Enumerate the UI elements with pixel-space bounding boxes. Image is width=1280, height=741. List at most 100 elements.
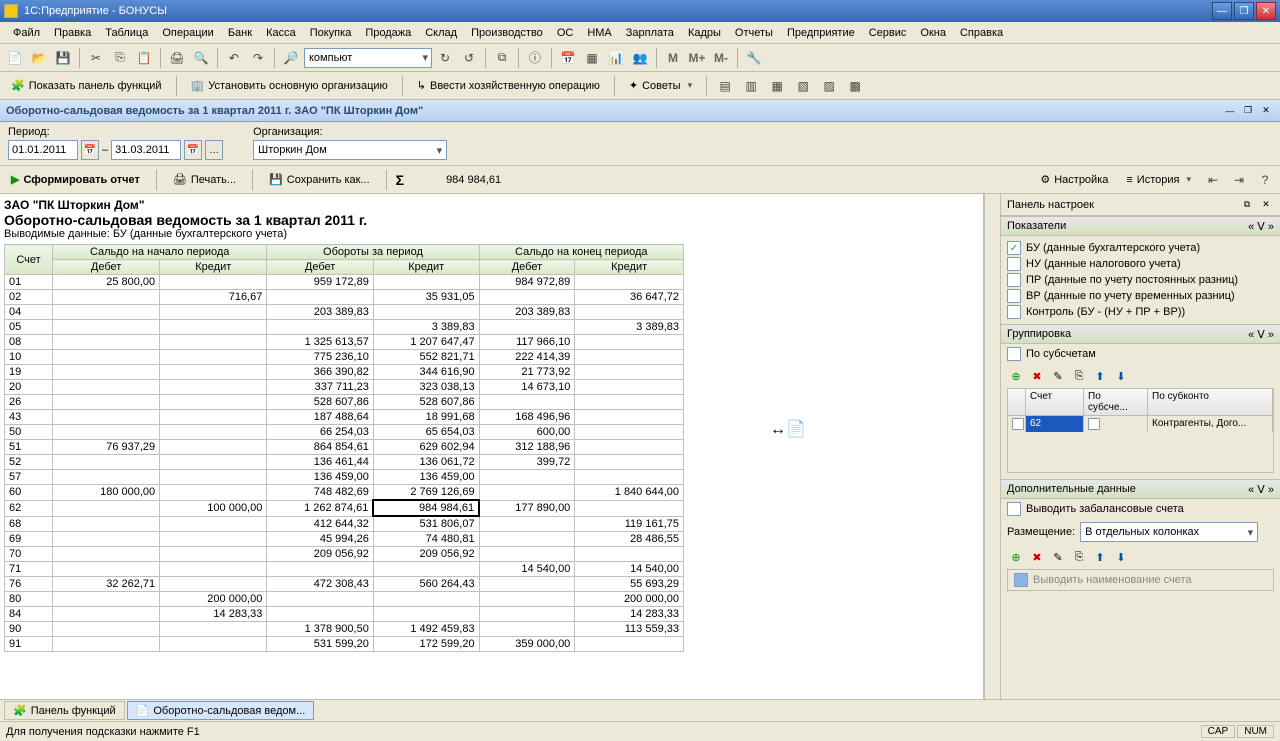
section-toggle-icon[interactable]: « ᐯ » bbox=[1248, 220, 1274, 233]
search-icon[interactable]: 🔎 bbox=[280, 47, 302, 69]
menu-enterprise[interactable]: Предприятие bbox=[780, 24, 862, 42]
table-row[interactable]: 02716,6735 931,0536 647,72 bbox=[5, 290, 684, 305]
preview-icon[interactable]: 🔍 bbox=[190, 47, 212, 69]
enter-operation-button[interactable]: ↳Ввести хозяйственную операцию bbox=[410, 76, 607, 95]
table-row[interactable]: 6945 994,2674 480,8128 486,55 bbox=[5, 532, 684, 547]
table-row[interactable]: 5176 937,29864 854,61629 602,94312 188,9… bbox=[5, 440, 684, 455]
placement-combo[interactable]: В отдельных колонках bbox=[1080, 522, 1258, 542]
indicator-checkbox[interactable] bbox=[1007, 305, 1021, 319]
down-icon[interactable]: ⬇ bbox=[1112, 548, 1130, 566]
table-row[interactable]: 19366 390,82344 616,9021 773,92 bbox=[5, 365, 684, 380]
date-to-picker-icon[interactable]: 📅 bbox=[184, 140, 202, 160]
settings-pin-icon[interactable]: ⧉ bbox=[1239, 198, 1255, 212]
close-button[interactable]: ✕ bbox=[1256, 2, 1276, 20]
table-row[interactable]: 68412 644,32531 806,07119 161,75 bbox=[5, 516, 684, 532]
date-from-picker-icon[interactable]: 📅 bbox=[81, 140, 99, 160]
indicator-checkbox[interactable] bbox=[1007, 289, 1021, 303]
section-toggle-icon[interactable]: « ᐯ » bbox=[1248, 328, 1274, 341]
delete-icon[interactable]: ✖ bbox=[1028, 548, 1046, 566]
settings-button[interactable]: ⚙Настройка bbox=[1033, 170, 1115, 189]
show-panel-button[interactable]: 🧩Показать панель функций bbox=[4, 76, 169, 95]
table-row[interactable]: 52136 461,44136 061,72399,72 bbox=[5, 455, 684, 470]
report3-icon[interactable]: ▦ bbox=[766, 75, 788, 97]
grouping-checkbox[interactable] bbox=[1012, 418, 1024, 430]
delete-icon[interactable]: ✖ bbox=[1028, 367, 1046, 385]
menu-salary[interactable]: Зарплата bbox=[619, 24, 681, 42]
section-toggle-icon[interactable]: « ᐯ » bbox=[1248, 483, 1274, 496]
add-icon[interactable]: ⊕ bbox=[1007, 367, 1025, 385]
undo-icon[interactable]: ↶ bbox=[223, 47, 245, 69]
indicator-checkbox[interactable]: ✓ bbox=[1007, 241, 1021, 255]
table-row[interactable]: 5066 254,0365 654,03600,00 bbox=[5, 425, 684, 440]
menu-production[interactable]: Производство bbox=[464, 24, 550, 42]
doc-close-button[interactable]: ✕ bbox=[1258, 104, 1274, 118]
table-row[interactable]: 20337 711,23323 038,1314 673,10 bbox=[5, 380, 684, 395]
menu-table[interactable]: Таблица bbox=[98, 24, 155, 42]
collapse-icon[interactable]: ⇤ bbox=[1202, 169, 1224, 191]
cut-icon[interactable]: ✂ bbox=[85, 47, 107, 69]
table-row[interactable]: 081 325 613,571 207 647,47117 966,10 bbox=[5, 335, 684, 350]
menu-purchase[interactable]: Покупка bbox=[303, 24, 359, 42]
table-row[interactable]: 62100 000,001 262 874,61984 984,61177 89… bbox=[5, 500, 684, 516]
report-area[interactable]: ЗАО "ПК Шторкин Дом" Оборотно-сальдовая … bbox=[0, 194, 984, 699]
table-row[interactable]: 10775 236,10552 821,71222 414,39 bbox=[5, 350, 684, 365]
menu-hr[interactable]: Кадры bbox=[681, 24, 728, 42]
menu-nma[interactable]: НМА bbox=[580, 24, 618, 42]
menu-edit[interactable]: Правка bbox=[47, 24, 98, 42]
task-report-button[interactable]: 📄Оборотно-сальдовая ведом... bbox=[127, 701, 315, 720]
table-icon[interactable]: ▦ bbox=[581, 47, 603, 69]
up-icon[interactable]: ⬆ bbox=[1091, 548, 1109, 566]
print-icon[interactable]: 🖨 bbox=[166, 47, 188, 69]
down-icon[interactable]: ⬇ bbox=[1112, 367, 1130, 385]
calendar-icon[interactable]: 📅 bbox=[557, 47, 579, 69]
table-row[interactable]: 053 389,833 389,83 bbox=[5, 320, 684, 335]
menu-reports[interactable]: Отчеты bbox=[728, 24, 780, 42]
edit-icon[interactable]: ✎ bbox=[1049, 548, 1067, 566]
doc-minimize-button[interactable]: — bbox=[1222, 104, 1238, 118]
menu-operations[interactable]: Операции bbox=[155, 24, 220, 42]
copy-icon[interactable]: ⎘ bbox=[109, 47, 131, 69]
grouping-sub-checkbox[interactable] bbox=[1088, 418, 1100, 430]
m-plus-button[interactable]: M+ bbox=[686, 47, 708, 69]
help-icon[interactable]: ? bbox=[1254, 169, 1276, 191]
indicator-checkbox[interactable] bbox=[1007, 273, 1021, 287]
menu-windows[interactable]: Окна bbox=[913, 24, 953, 42]
up-icon[interactable]: ⬆ bbox=[1091, 367, 1109, 385]
table-row[interactable]: 57136 459,00136 459,00 bbox=[5, 470, 684, 485]
minimize-button[interactable]: — bbox=[1212, 2, 1232, 20]
date-to-input[interactable] bbox=[111, 140, 181, 160]
table-row[interactable]: 0125 800,00959 172,89984 972,89 bbox=[5, 275, 684, 290]
add-icon[interactable]: ⊕ bbox=[1007, 548, 1025, 566]
menu-file[interactable]: Файл bbox=[6, 24, 47, 42]
table-row[interactable]: 70209 056,92209 056,92 bbox=[5, 547, 684, 562]
menu-help[interactable]: Справка bbox=[953, 24, 1010, 42]
form-report-button[interactable]: ▶Сформировать отчет bbox=[4, 170, 147, 189]
tools-dropdown-icon[interactable]: 🔧 bbox=[743, 47, 765, 69]
menu-service[interactable]: Сервис bbox=[862, 24, 914, 42]
save-icon[interactable]: 💾 bbox=[52, 47, 74, 69]
vertical-scrollbar[interactable] bbox=[984, 194, 1000, 699]
org-combo[interactable]: Шторкин Дом bbox=[253, 140, 447, 160]
doc-maximize-button[interactable]: ❐ bbox=[1240, 104, 1256, 118]
menu-warehouse[interactable]: Склад bbox=[418, 24, 464, 42]
task-panel-button[interactable]: 🧩Панель функций bbox=[4, 701, 125, 720]
menu-sale[interactable]: Продажа bbox=[358, 24, 418, 42]
date-from-input[interactable] bbox=[8, 140, 78, 160]
extra-checkbox[interactable] bbox=[1014, 573, 1028, 587]
menu-cash[interactable]: Касса bbox=[259, 24, 303, 42]
refresh-icon[interactable]: ↻ bbox=[434, 47, 456, 69]
table-row[interactable]: 60180 000,00748 482,692 769 126,691 840 … bbox=[5, 485, 684, 501]
table-row[interactable]: 26528 607,86528 607,86 bbox=[5, 395, 684, 410]
table-row[interactable]: 91531 599,20172 599,20359 000,00 bbox=[5, 637, 684, 652]
refresh-back-icon[interactable]: ↺ bbox=[458, 47, 480, 69]
by-sub-checkbox[interactable] bbox=[1007, 347, 1021, 361]
report1-icon[interactable]: ▤ bbox=[714, 75, 736, 97]
save-as-button[interactable]: 💾Сохранить как... bbox=[262, 170, 377, 189]
table-row[interactable]: 7114 540,0014 540,00 bbox=[5, 562, 684, 577]
chart-icon[interactable]: 📊 bbox=[605, 47, 627, 69]
tips-button[interactable]: ✦Советы bbox=[622, 76, 699, 95]
settings-close-icon[interactable]: ✕ bbox=[1258, 198, 1274, 212]
m-minus-button[interactable]: M- bbox=[710, 47, 732, 69]
period-select-button[interactable]: … bbox=[205, 140, 223, 160]
report6-icon[interactable]: ▩ bbox=[844, 75, 866, 97]
